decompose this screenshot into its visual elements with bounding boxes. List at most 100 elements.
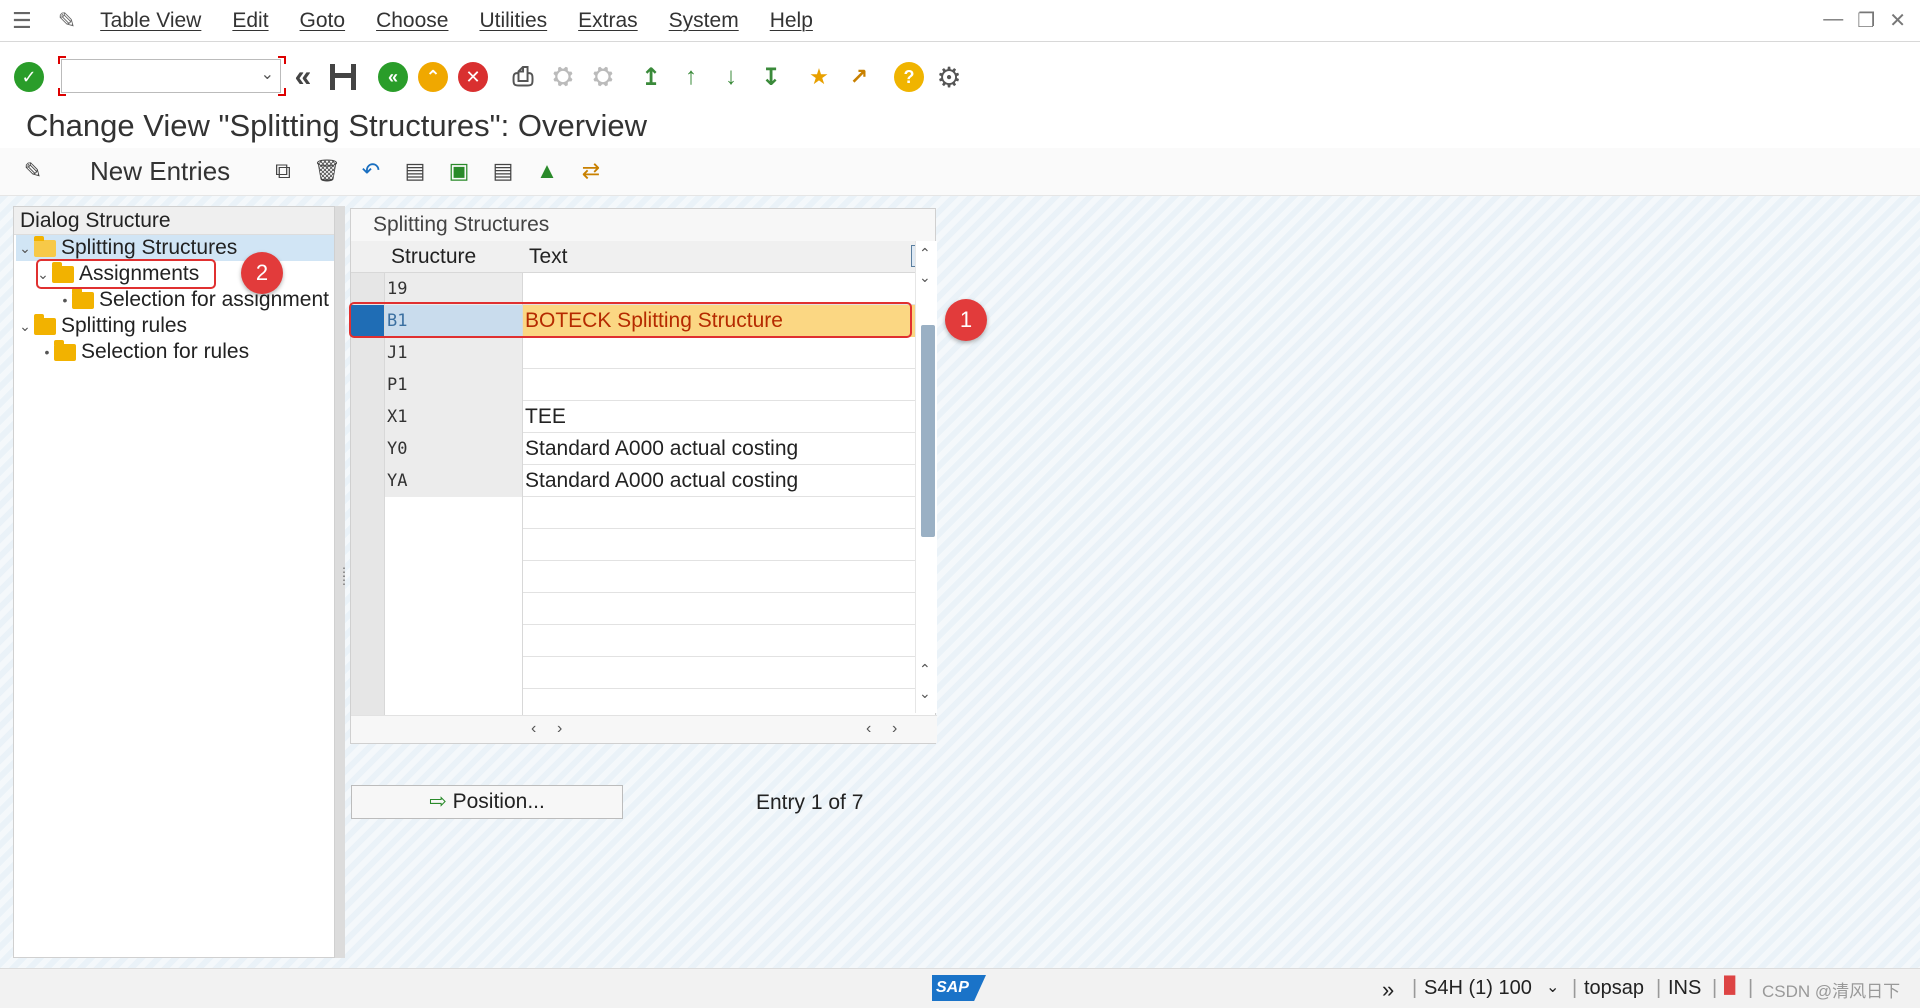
tree-item-splitting-structures[interactable]: ⌄ Splitting Structures — [16, 235, 334, 261]
column-header-structure[interactable]: Structure — [385, 241, 523, 273]
deselect-all-icon[interactable]: ▤ — [488, 158, 518, 188]
find-next-icon[interactable]: ⛭ — [588, 62, 618, 92]
cell-text[interactable] — [523, 369, 915, 401]
menu-choose[interactable]: Choose — [376, 9, 448, 33]
table-row-empty[interactable] — [351, 657, 915, 689]
menu-utilities[interactable]: Utilities — [479, 9, 547, 33]
row-selector[interactable] — [351, 625, 385, 657]
tree-item-selection-for-assignment[interactable]: • Selection for assignment — [58, 287, 329, 313]
cell-text[interactable] — [523, 337, 915, 369]
row-selector[interactable] — [351, 529, 385, 561]
select-block-icon[interactable]: ▣ — [444, 158, 474, 188]
scroll-left-icon[interactable]: ‹ — [531, 720, 536, 738]
cell-structure[interactable] — [385, 657, 523, 689]
table-row-empty[interactable] — [351, 625, 915, 657]
create-session-icon[interactable]: ★ — [804, 62, 834, 92]
first-page-icon[interactable]: ↥ — [636, 62, 666, 92]
page-down-icon[interactable]: ⌄ — [919, 685, 931, 702]
last-page-icon[interactable]: ↧ — [756, 62, 786, 92]
cell-structure[interactable]: Y0 — [385, 433, 523, 465]
previous-page-icon[interactable]: ↑ — [676, 62, 706, 92]
cell-text[interactable]: Standard A000 actual costing — [523, 433, 915, 465]
horizontal-scrollbar[interactable]: ‹ › ‹ › — [351, 715, 937, 743]
delete-icon[interactable]: 🗑 — [312, 158, 342, 188]
menu-extras[interactable]: Extras — [578, 9, 638, 33]
cell-structure[interactable]: 19 — [385, 273, 523, 305]
chevron-down-icon[interactable]: ⌄ — [16, 235, 34, 261]
table-row-empty[interactable] — [351, 529, 915, 561]
insert-mode[interactable]: INS — [1668, 977, 1701, 1000]
cell-text[interactable]: Standard A000 actual costing — [523, 465, 915, 497]
cell-text[interactable] — [523, 497, 915, 529]
settings-gear-icon[interactable]: ⚙ — [934, 62, 964, 93]
row-selector[interactable] — [351, 657, 385, 689]
vertical-scrollbar[interactable]: ⌃ ⌄ ⌃ ⌄ — [915, 241, 937, 713]
cell-text[interactable] — [523, 273, 915, 305]
cell-structure[interactable] — [385, 561, 523, 593]
chevron-down-icon[interactable]: ⌄ — [261, 64, 274, 84]
tree-item-selection-for-rules[interactable]: • Selection for rules — [40, 339, 249, 365]
row-selector[interactable] — [351, 497, 385, 529]
scroll-up-icon[interactable]: ⌃ — [919, 245, 931, 262]
display-change-icon[interactable]: ✎ — [18, 158, 48, 188]
generate-shortcut-icon[interactable]: ↗ — [844, 62, 874, 92]
select-all-icon[interactable]: ▤ — [400, 158, 430, 188]
table-row[interactable]: X1 TEE — [351, 401, 915, 433]
table-row-empty[interactable] — [351, 561, 915, 593]
print-icon[interactable]: ⎙ — [508, 61, 538, 92]
row-selector[interactable] — [351, 593, 385, 625]
menu-goto[interactable]: Goto — [300, 9, 346, 33]
column-header-text[interactable]: Text — [523, 241, 915, 273]
favorites-icon[interactable]: ✎ — [58, 8, 76, 34]
panel-splitter[interactable]: ⋮ ⋮ — [335, 206, 350, 958]
command-field[interactable]: ⌄ — [61, 59, 281, 93]
next-page-icon[interactable]: ↓ — [716, 62, 746, 92]
cell-text[interactable] — [523, 657, 915, 689]
cancel-button[interactable]: ✕ — [458, 62, 488, 92]
scroll-right-icon[interactable]: › — [557, 720, 562, 738]
row-selector[interactable] — [351, 465, 385, 497]
menu-help[interactable]: Help — [770, 9, 813, 33]
cell-text[interactable] — [523, 625, 915, 657]
menu-edit[interactable]: Edit — [232, 9, 268, 33]
row-selector[interactable] — [351, 433, 385, 465]
restore-icon[interactable]: ❐ — [1857, 8, 1875, 33]
table-row[interactable]: Y0 Standard A000 actual costing — [351, 433, 915, 465]
transport-icon[interactable]: ⇄ — [576, 158, 606, 188]
undo-icon[interactable]: ↶ — [356, 158, 386, 188]
table-row-empty[interactable] — [351, 497, 915, 529]
cell-structure[interactable]: P1 — [385, 369, 523, 401]
bc-set-icon[interactable]: ▲ — [532, 158, 562, 188]
menu-system[interactable]: System — [669, 9, 739, 33]
cell-structure[interactable]: J1 — [385, 337, 523, 369]
cell-structure[interactable] — [385, 625, 523, 657]
cell-structure[interactable]: X1 — [385, 401, 523, 433]
copy-as-icon[interactable]: ⧉ — [268, 158, 298, 188]
table-row[interactable]: P1 — [351, 369, 915, 401]
scrollbar-thumb[interactable] — [921, 325, 935, 537]
row-selector[interactable] — [351, 337, 385, 369]
minimize-icon[interactable]: — — [1823, 8, 1843, 33]
page-up-icon[interactable]: ⌃ — [919, 661, 931, 678]
chevron-down-icon[interactable]: ⌄ — [1546, 977, 1559, 997]
menu-table-view[interactable]: Table View — [100, 9, 201, 33]
table-row-empty[interactable] — [351, 593, 915, 625]
position-button[interactable]: ⇨ Position... — [351, 785, 623, 819]
row-selector[interactable] — [351, 561, 385, 593]
enter-button[interactable]: ✓ — [14, 62, 44, 92]
new-entries-button[interactable]: New Entries — [90, 156, 230, 187]
cell-text[interactable] — [523, 529, 915, 561]
cell-text[interactable] — [523, 593, 915, 625]
chevron-down-icon[interactable]: ⌄ — [16, 313, 34, 339]
back-button[interactable]: « — [378, 62, 408, 92]
expand-status-icon[interactable]: » — [1382, 977, 1394, 1003]
cell-text[interactable] — [523, 561, 915, 593]
row-selector[interactable] — [351, 401, 385, 433]
cell-text[interactable]: TEE — [523, 401, 915, 433]
row-selector[interactable] — [351, 273, 385, 305]
row-selector[interactable] — [351, 369, 385, 401]
scroll-right-end-icon[interactable]: › — [892, 720, 897, 738]
cell-structure[interactable]: YA — [385, 465, 523, 497]
scroll-down-icon[interactable]: ⌄ — [919, 269, 931, 286]
find-icon[interactable]: ⛭ — [548, 62, 578, 92]
